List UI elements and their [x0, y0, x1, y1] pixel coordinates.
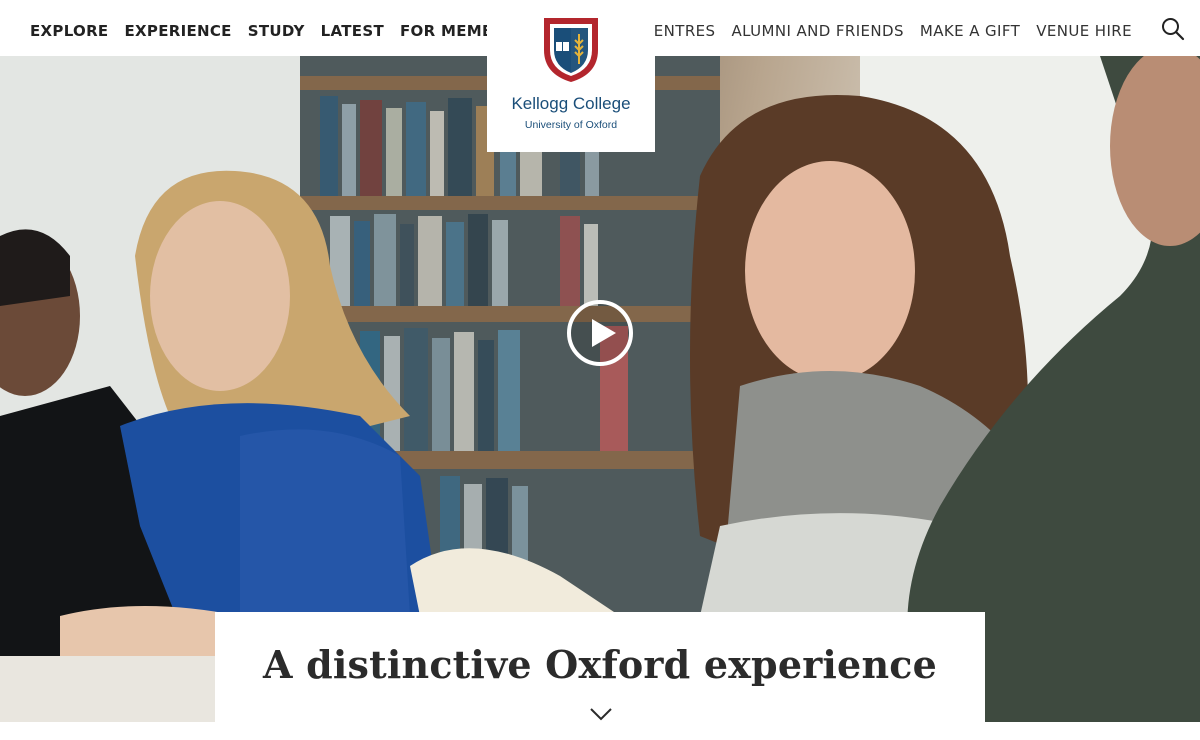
hero-title-card: A distinctive Oxford experience	[215, 612, 985, 722]
nav-make-a-gift[interactable]: MAKE A GIFT	[920, 22, 1020, 40]
college-subtitle: University of Oxford	[524, 119, 618, 131]
nav-venue-hire[interactable]: VENUE HIRE	[1036, 22, 1132, 40]
page-bottom-strip	[0, 722, 1200, 740]
nav-alumni-and-friends[interactable]: ALUMNI AND FRIENDS	[731, 22, 903, 40]
nav-experience[interactable]: EXPERIENCE	[124, 22, 231, 40]
nav-latest[interactable]: LATEST	[321, 22, 384, 40]
college-name: Kellogg College	[511, 94, 631, 113]
search-icon[interactable]	[1160, 16, 1186, 42]
primary-nav: EXPLORE EXPERIENCE STUDY LATEST FOR MEMB…	[30, 0, 543, 62]
secondary-nav: CENTRES ALUMNI AND FRIENDS MAKE A GIFT V…	[627, 0, 1132, 62]
nav-study[interactable]: STUDY	[248, 22, 305, 40]
college-crest-icon	[544, 18, 598, 82]
college-logo[interactable]: Kellogg College University of Oxford	[487, 0, 655, 152]
hero-title: A distinctive Oxford experience	[263, 642, 937, 687]
nav-explore[interactable]: EXPLORE	[30, 22, 108, 40]
chevron-down-icon[interactable]	[589, 706, 613, 722]
play-icon[interactable]	[566, 299, 634, 367]
